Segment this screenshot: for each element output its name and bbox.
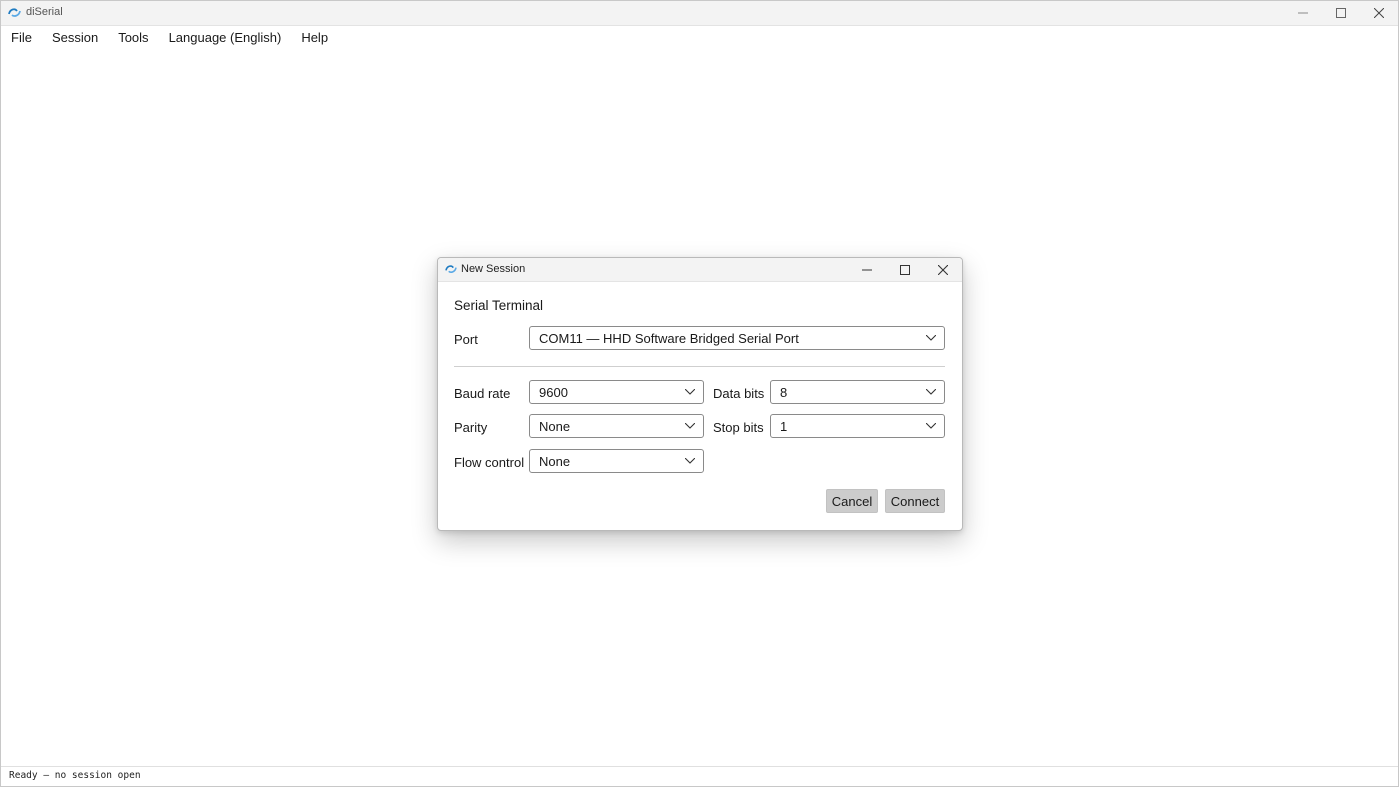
menu-file[interactable]: File <box>1 26 42 50</box>
chevron-down-icon <box>685 389 695 395</box>
close-button[interactable] <box>1360 1 1398 25</box>
baud-rate-value: 9600 <box>539 385 568 400</box>
stop-bits-value: 1 <box>780 419 788 434</box>
close-icon <box>1374 8 1384 18</box>
section-title: Serial Terminal <box>454 298 544 313</box>
data-bits-value: 8 <box>780 385 788 400</box>
chevron-down-icon <box>685 423 695 429</box>
cancel-button[interactable]: Cancel <box>826 489 878 513</box>
data-bits-label: Data bits <box>713 386 765 401</box>
chevron-down-icon <box>926 423 936 429</box>
menu-session[interactable]: Session <box>42 26 108 50</box>
menu-tools[interactable]: Tools <box>108 26 158 50</box>
new-session-dialog: New Session Serial Terminal Port COM11 —… <box>437 257 963 531</box>
diserial-logo-icon <box>445 265 457 273</box>
window-title: diSerial <box>26 6 63 18</box>
status-bar: Ready — no session open <box>1 766 1398 786</box>
dialog-close-button[interactable] <box>924 258 962 281</box>
window-controls <box>1284 1 1398 25</box>
flow-control-value: None <box>539 454 571 469</box>
flow-control-label: Flow control <box>454 455 525 470</box>
dialog-maximize-button[interactable] <box>886 258 924 281</box>
dialog-title: New Session <box>461 263 526 275</box>
maximize-button[interactable] <box>1322 1 1360 25</box>
maximize-icon <box>900 264 910 275</box>
minimize-icon <box>1298 12 1308 14</box>
minimize-button[interactable] <box>1284 1 1322 25</box>
stop-bits-label: Stop bits <box>713 420 764 435</box>
baud-rate-label: Baud rate <box>454 386 511 401</box>
parity-select[interactable]: None <box>529 414 704 438</box>
data-bits-select[interactable]: 8 <box>770 380 945 404</box>
parity-value: None <box>539 419 571 434</box>
menu-language[interactable]: Language (English) <box>159 26 292 50</box>
dialog-titlebar[interactable]: New Session <box>438 258 962 282</box>
port-select[interactable]: COM11 — HHD Software Bridged Serial Port <box>529 326 945 350</box>
baud-rate-select[interactable]: 9600 <box>529 380 704 404</box>
menubar: File Session Tools Language (English) He… <box>1 26 1398 50</box>
titlebar[interactable]: diSerial <box>1 1 1398 26</box>
stop-bits-select[interactable]: 1 <box>770 414 945 438</box>
dialog-window-controls <box>848 258 962 281</box>
flow-control-select[interactable]: None <box>529 449 704 473</box>
divider <box>454 366 945 367</box>
maximize-icon <box>1336 8 1346 18</box>
minimize-icon <box>862 269 872 270</box>
connect-button[interactable]: Connect <box>885 489 945 513</box>
chevron-down-icon <box>926 335 936 341</box>
parity-label: Parity <box>454 420 488 435</box>
port-value: COM11 — HHD Software Bridged Serial Port <box>539 331 799 346</box>
chevron-down-icon <box>926 389 936 395</box>
port-label: Port <box>454 332 478 347</box>
diserial-logo-icon <box>8 8 21 17</box>
menu-help[interactable]: Help <box>291 26 338 50</box>
chevron-down-icon <box>685 458 695 464</box>
close-icon <box>938 264 948 275</box>
status-text: Ready — no session open <box>9 770 141 781</box>
dialog-minimize-button[interactable] <box>848 258 886 281</box>
